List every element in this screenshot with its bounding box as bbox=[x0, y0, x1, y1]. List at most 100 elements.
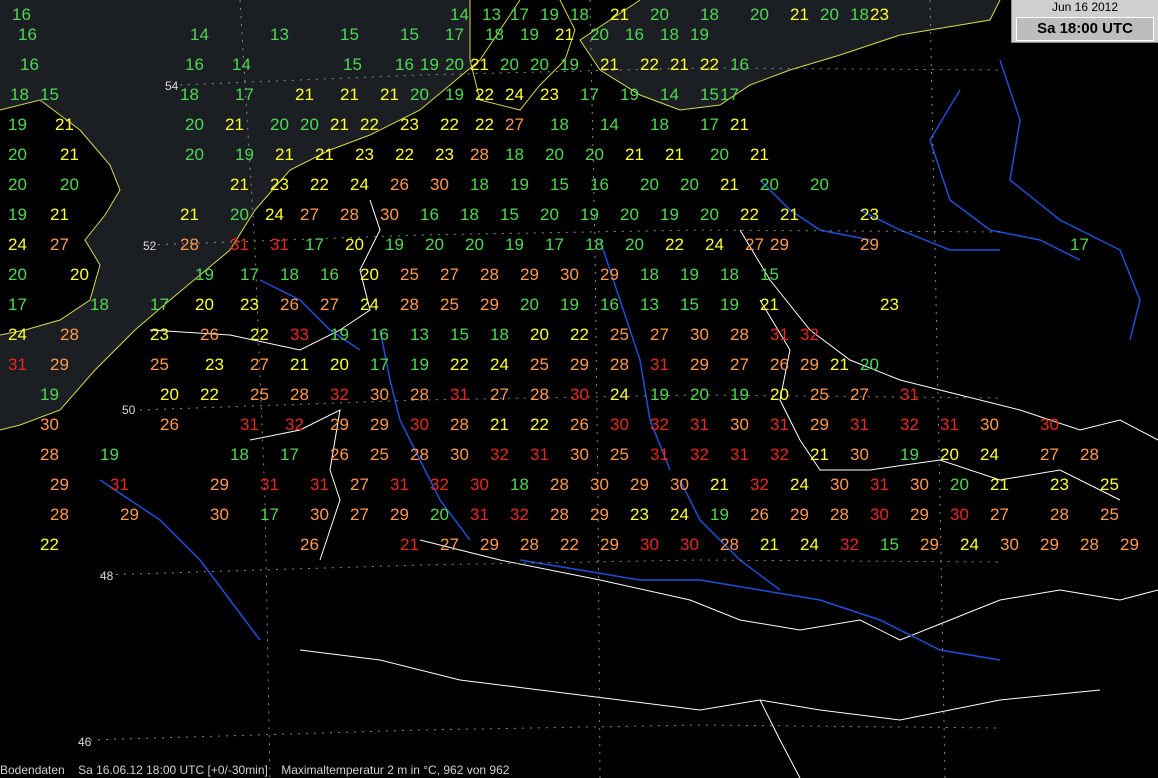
station-temperature: 21 bbox=[55, 115, 74, 134]
station-temperature: 21 bbox=[400, 535, 419, 554]
station-temperature: 30 bbox=[570, 385, 589, 404]
footer-bar: Bodendaten Sa 16.06.12 18:00 UTC [+0/-30… bbox=[0, 763, 700, 778]
station-temperature: 21 bbox=[380, 85, 399, 104]
station-temperature: 19 bbox=[620, 85, 639, 104]
station-temperature: 21 bbox=[275, 145, 294, 164]
station-temperature: 29 bbox=[120, 505, 139, 524]
station-temperature: 20 bbox=[8, 175, 27, 194]
station-temperature: 30 bbox=[430, 175, 449, 194]
station-temperature: 30 bbox=[690, 325, 709, 344]
station-temperature: 22 bbox=[395, 145, 414, 164]
station-temperature: 21 bbox=[990, 475, 1009, 494]
station-temperature: 22 bbox=[360, 115, 379, 134]
station-temperature: 23 bbox=[540, 85, 559, 104]
station-temperature: 29 bbox=[860, 235, 879, 254]
station-temperature: 16 bbox=[185, 55, 204, 74]
station-temperature: 24 bbox=[800, 535, 819, 554]
station-temperature: 28 bbox=[480, 265, 499, 284]
station-temperature: 28 bbox=[470, 145, 489, 164]
station-temperature: 27 bbox=[745, 235, 764, 254]
station-temperature: 14 bbox=[450, 5, 469, 24]
station-temperature: 21 bbox=[600, 55, 619, 74]
station-temperature: 21 bbox=[710, 475, 729, 494]
station-temperature: 26 bbox=[300, 535, 319, 554]
station-temperature: 29 bbox=[50, 355, 69, 374]
station-temperature: 23 bbox=[205, 355, 224, 374]
station-temperature: 30 bbox=[590, 475, 609, 494]
station-temperature: 19 bbox=[385, 235, 404, 254]
station-temperature: 19 bbox=[730, 385, 749, 404]
station-temperature: 28 bbox=[410, 445, 429, 464]
station-temperature: 32 bbox=[285, 415, 304, 434]
station-temperature: 16 bbox=[590, 175, 609, 194]
station-temperature: 29 bbox=[770, 235, 789, 254]
station-temperature: 15 bbox=[400, 25, 419, 44]
station-temperature: 23 bbox=[240, 295, 259, 314]
station-temperature: 26 bbox=[770, 355, 789, 374]
station-temperature: 30 bbox=[910, 475, 929, 494]
station-temperature: 21 bbox=[750, 145, 769, 164]
station-temperature: 18 bbox=[10, 85, 29, 104]
station-temperature: 30 bbox=[40, 415, 59, 434]
station-temperature: 19 bbox=[40, 385, 59, 404]
station-temperature: 32 bbox=[690, 445, 709, 464]
station-temperature: 18 bbox=[280, 265, 299, 284]
station-temperature: 28 bbox=[610, 355, 629, 374]
station-temperature: 26 bbox=[330, 445, 349, 464]
station-temperature: 19 bbox=[900, 445, 919, 464]
station-temperature: 24 bbox=[670, 505, 689, 524]
station-temperature: 28 bbox=[1050, 505, 1069, 524]
station-temperature: 23 bbox=[435, 145, 454, 164]
station-temperature: 30 bbox=[380, 205, 399, 224]
station-temperature: 18 bbox=[485, 25, 504, 44]
station-temperature: 27 bbox=[505, 115, 524, 134]
station-temperature: 20 bbox=[820, 5, 839, 24]
station-temperature: 19 bbox=[660, 205, 679, 224]
station-temperature: 19 bbox=[650, 385, 669, 404]
station-temperature: 31 bbox=[260, 475, 279, 494]
station-temperature: 18 bbox=[660, 25, 679, 44]
station-temperature: 21 bbox=[295, 85, 314, 104]
station-temperature: 29 bbox=[910, 505, 929, 524]
station-temperature: 20 bbox=[760, 175, 779, 194]
station-temperature: 19 bbox=[420, 55, 439, 74]
station-temperature: 21 bbox=[760, 535, 779, 554]
station-temperature: 20 bbox=[185, 115, 204, 134]
station-temperature: 21 bbox=[340, 85, 359, 104]
station-temperature: 20 bbox=[625, 235, 644, 254]
station-temperature: 22 bbox=[700, 55, 719, 74]
station-temperature: 21 bbox=[665, 145, 684, 164]
station-temperature: 30 bbox=[850, 445, 869, 464]
station-temperature: 20 bbox=[620, 205, 639, 224]
station-temperature: 24 bbox=[350, 175, 369, 194]
station-temperature: 18 bbox=[570, 5, 589, 24]
station-temperature: 24 bbox=[8, 235, 27, 254]
station-temperature: 18 bbox=[460, 205, 479, 224]
station-temperature: 31 bbox=[870, 475, 889, 494]
station-temperature: 23 bbox=[1050, 475, 1069, 494]
station-temperature: 25 bbox=[610, 445, 629, 464]
station-temperature: 30 bbox=[1000, 535, 1019, 554]
station-temperature: 18 bbox=[470, 175, 489, 194]
date-time-box: Jun 16 2012 Sa 18:00 UTC bbox=[1011, 0, 1158, 43]
station-temperature: 15 bbox=[550, 175, 569, 194]
station-temperature: 20 bbox=[160, 385, 179, 404]
station-temperature: 21 bbox=[720, 175, 739, 194]
station-temperature: 28 bbox=[400, 295, 419, 314]
latitude-label: 50 bbox=[122, 403, 136, 417]
station-temperature: 17 bbox=[580, 85, 599, 104]
station-temperature: 20 bbox=[950, 475, 969, 494]
station-temperature: 18 bbox=[640, 265, 659, 284]
station-temperature: 23 bbox=[400, 115, 419, 134]
station-temperature: 20 bbox=[425, 235, 444, 254]
station-temperature: 18 bbox=[550, 115, 569, 134]
station-temperature: 31 bbox=[450, 385, 469, 404]
station-temperature: 20 bbox=[640, 175, 659, 194]
station-temperature: 30 bbox=[950, 505, 969, 524]
station-temperature: 28 bbox=[530, 385, 549, 404]
station-temperature: 15 bbox=[700, 85, 719, 104]
station-temperature: 29 bbox=[570, 355, 589, 374]
station-temperature: 32 bbox=[330, 385, 349, 404]
station-temperature: 18 bbox=[585, 235, 604, 254]
station-temperature: 21 bbox=[50, 205, 69, 224]
